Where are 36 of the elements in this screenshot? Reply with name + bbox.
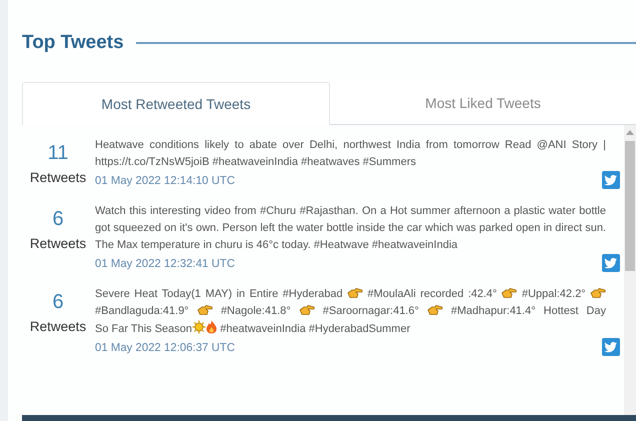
retweet-count: 11 xyxy=(48,141,68,166)
pointing-hand-icon xyxy=(590,287,606,299)
tweet-text: #Bandlaguda:41.9° xyxy=(95,305,189,317)
tweet-text: #Uppal:42.2° xyxy=(522,288,586,300)
sun-icon xyxy=(192,320,206,334)
tweet-text: Heatwave conditions likely to abate over Delhi, northwest India from tomorrow Read @ANI Story | https://t.co/TzNsW5joiB #heatwaveinIndia #heatwaves #Summers xyxy=(95,138,607,170)
pointing-hand-icon xyxy=(426,304,443,316)
tweet-text: #Nagole:41.8° xyxy=(220,305,291,317)
pointing-hand-icon xyxy=(196,304,213,316)
pointing-hand-icon xyxy=(501,287,518,299)
tweet-date: 01 May 2022 12:06:37 UTC xyxy=(95,341,235,356)
pointing-hand-icon xyxy=(347,287,364,299)
retweet-count: 6 xyxy=(52,207,64,232)
tab[interactable]: Most Retweeted Tweets xyxy=(22,82,330,125)
bird-icon[interactable] xyxy=(602,338,620,356)
tweet-text: #heatwaveinIndia #HyderabadSummer xyxy=(220,323,410,335)
tweet-text: Watch this interesting video from #Churu #Rajasthan. On a Hot summer afternoon a plastic water bottle got squeezed on it's own. Person left the water bottle inside the car which was parked open in direct sun. The Max temperature in churu is 46°c today. #Heatwave #heatwaveinIndia xyxy=(95,204,607,253)
tweet-text: Severe Heat Today(1 MAY) in Entire #Hyderabad xyxy=(95,288,343,300)
tweet-text: #Saroornagar:41.6° xyxy=(322,305,419,317)
tweet-date: 01 May 2022 12:32:41 UTC xyxy=(95,257,235,272)
pointing-hand-icon xyxy=(298,304,315,316)
scroll-up-icon[interactable] xyxy=(626,129,634,135)
retweet-label: Retweets xyxy=(30,169,86,187)
retweet-count: 6 xyxy=(52,290,64,315)
tweet-text: So Far This Season xyxy=(95,323,192,335)
bird-icon[interactable] xyxy=(602,171,620,189)
tweet-date: 01 May 2022 12:14:10 UTC xyxy=(95,174,235,189)
section-title: Top Tweets xyxy=(22,30,124,55)
scrollbar-thumb[interactable] xyxy=(625,141,635,271)
flame-icon xyxy=(206,320,218,334)
retweet-label: Retweets xyxy=(30,318,86,336)
tweet-text: #MoulaAli recorded :42.4° xyxy=(367,288,497,300)
scrollbar[interactable] xyxy=(624,125,636,415)
bird-icon[interactable] xyxy=(602,254,620,272)
retweet-label: Retweets xyxy=(30,235,86,253)
tweet-text: #Madhapur:41.4° Hottest Day xyxy=(450,305,606,317)
